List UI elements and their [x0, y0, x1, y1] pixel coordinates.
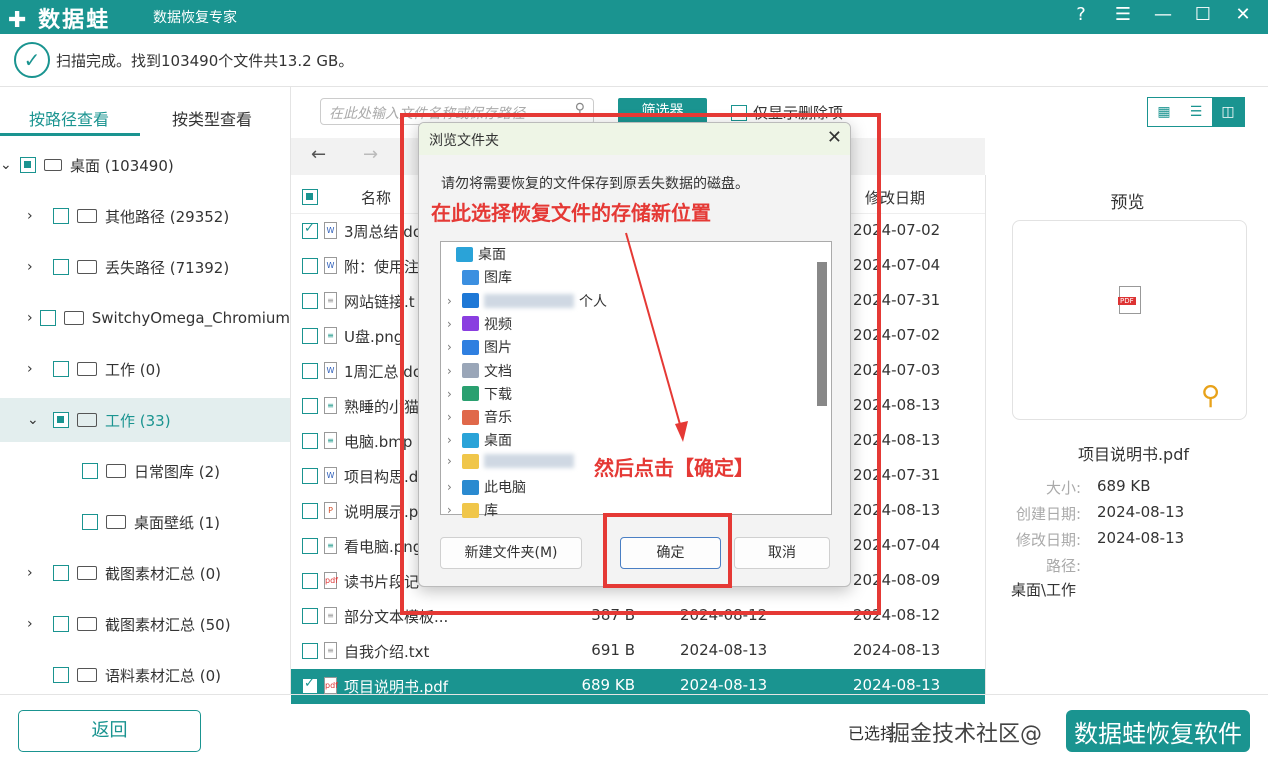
arrow-head [675, 421, 688, 442]
annotation-arrow [625, 232, 688, 442]
annotation-click-ok: 然后点击【确定】 [594, 456, 754, 480]
arrow-line [625, 232, 682, 429]
